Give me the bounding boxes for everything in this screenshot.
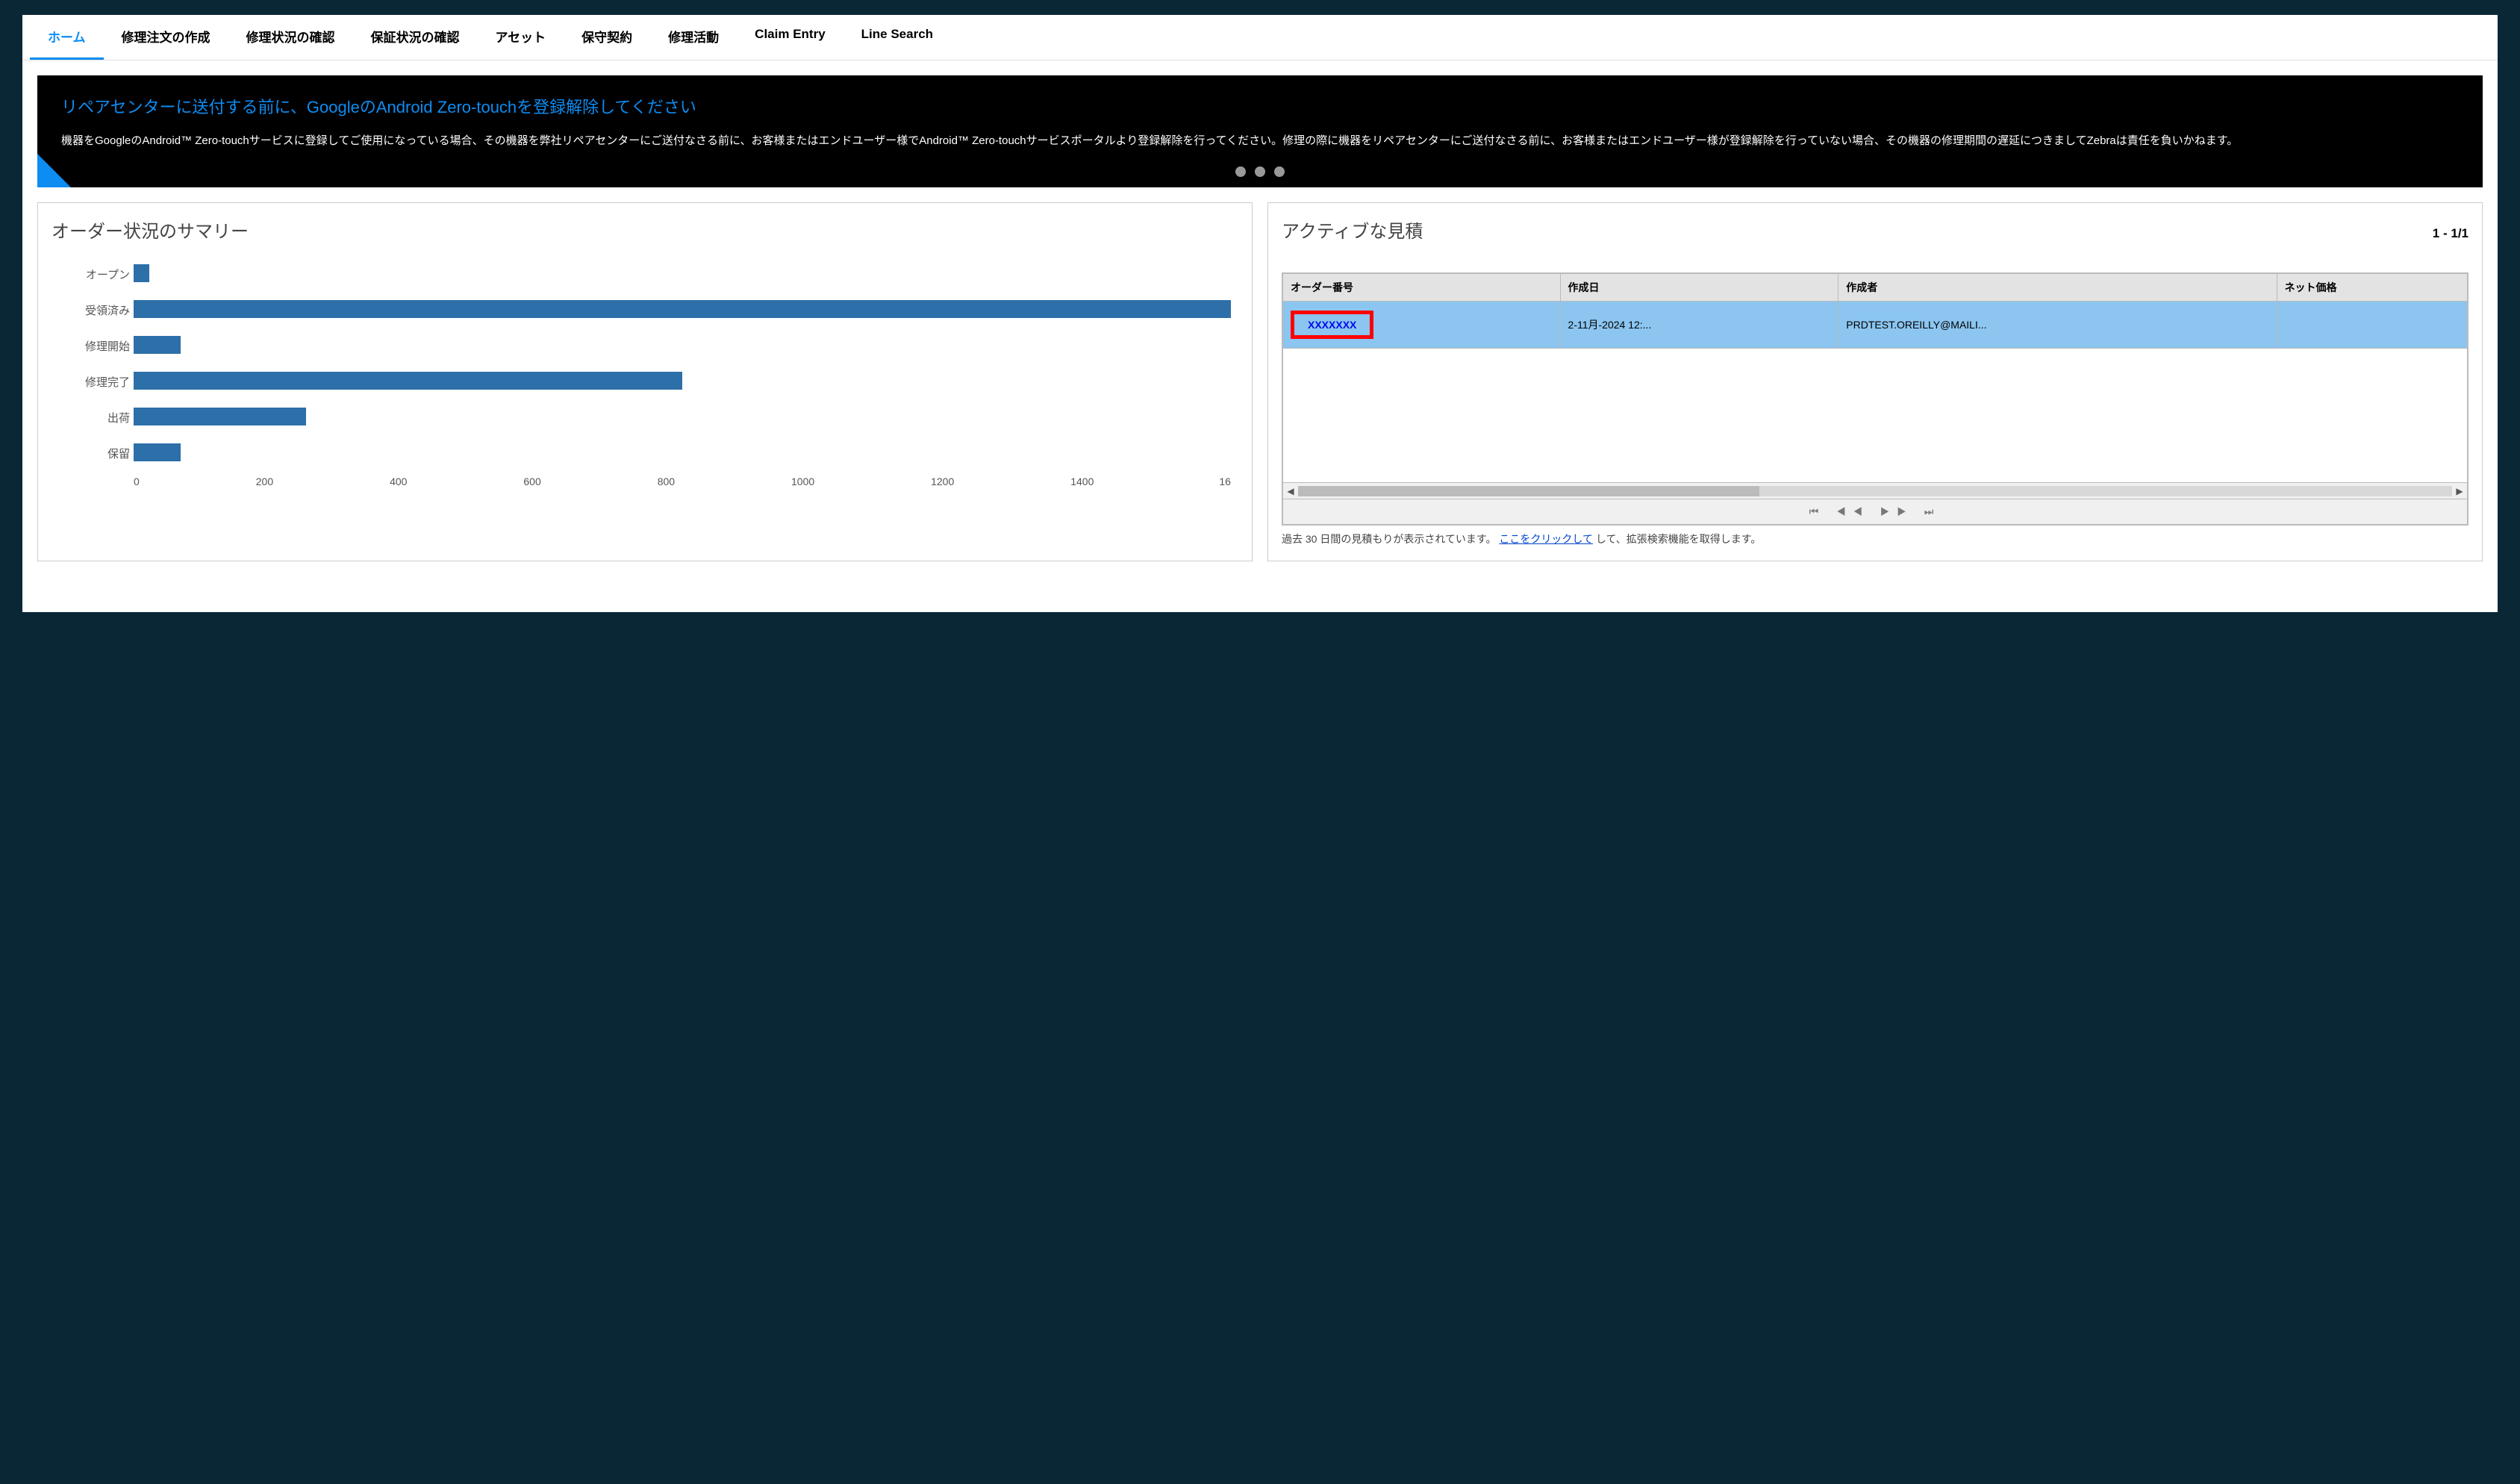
footer-text: 過去 30 日間の見積もりが表示されています。 xyxy=(1282,533,1499,545)
chart-category-label: 修理完了 xyxy=(52,374,130,390)
order-number-highlight: XXXXXXX xyxy=(1291,311,1373,339)
carousel-dot-2[interactable] xyxy=(1255,166,1265,177)
tab-assets[interactable]: アセット xyxy=(478,15,564,60)
footer-link[interactable]: ここをクリックして xyxy=(1499,533,1593,545)
chart-x-axis: 0 200 400 600 800 1000 1200 1400 16 xyxy=(134,476,1231,487)
chart-row: 修理開始 xyxy=(134,329,1231,361)
chart-row: 保留 xyxy=(134,437,1231,468)
horizontal-scrollbar[interactable]: ◀ ▶ xyxy=(1282,483,2468,499)
chart-category-label: 修理開始 xyxy=(52,338,130,354)
chart-x-tick: 0 xyxy=(134,476,140,487)
cell-order-number[interactable]: XXXXXXX xyxy=(1283,302,1561,349)
order-status-chart: オープン受領済み修理開始修理完了出荷保留02004006008001000120… xyxy=(52,258,1238,511)
chart-x-tick: 1000 xyxy=(791,476,814,487)
scroll-left-icon[interactable]: ◀ xyxy=(1283,484,1298,499)
chart-x-tick: 800 xyxy=(658,476,675,487)
scroll-track[interactable] xyxy=(1298,486,2452,496)
chart-category-label: 受領済み xyxy=(52,302,130,318)
order-number-link[interactable]: XXXXXXX xyxy=(1308,319,1356,331)
chart-bar xyxy=(134,264,149,282)
notice-banner: リペアセンターに送付する前に、GoogleのAndroid Zero-touch… xyxy=(37,75,2483,187)
table-row[interactable]: XXXXXXX 2-11月-2024 12:... PRDTEST.OREILL… xyxy=(1283,302,2468,349)
cell-author: PRDTEST.OREILLY@MAILI... xyxy=(1838,302,2277,349)
chart-category-label: オープン xyxy=(52,266,130,282)
tab-claim-entry[interactable]: Claim Entry xyxy=(737,15,843,60)
chart-row: 出荷 xyxy=(134,401,1231,432)
chart-category-label: 保留 xyxy=(52,446,130,461)
pagination-controls[interactable]: ⏮ ◀◀ ▶▶ ⏭ xyxy=(1282,499,2468,525)
tab-home[interactable]: ホーム xyxy=(30,15,104,60)
footer-tail: して、拡張検索機能を取得します。 xyxy=(1596,533,1761,545)
order-status-summary-panel: オーダー状況のサマリー オープン受領済み修理開始修理完了出荷保留02004006… xyxy=(37,202,1253,561)
chart-x-tick: 200 xyxy=(256,476,273,487)
quotes-footer-note: 過去 30 日間の見積もりが表示されています。 ここをクリックして して、拡張検… xyxy=(1282,531,2468,547)
chart-bar xyxy=(134,372,682,390)
summary-title: オーダー状況のサマリー xyxy=(52,216,1238,243)
chart-row: オープン xyxy=(134,258,1231,289)
col-created-date[interactable]: 作成日 xyxy=(1560,274,1838,302)
chart-x-tick: 1200 xyxy=(931,476,954,487)
tab-warranty-status[interactable]: 保証状況の確認 xyxy=(353,15,478,60)
chart-category-label: 出荷 xyxy=(52,410,130,425)
banner-title: リペアセンターに送付する前に、GoogleのAndroid Zero-touch… xyxy=(61,96,2459,119)
tab-service-contracts[interactable]: 保守契約 xyxy=(564,15,650,60)
chart-x-tick: 400 xyxy=(390,476,407,487)
tab-line-search[interactable]: Line Search xyxy=(843,15,951,60)
chart-x-tick-extra: 16 xyxy=(1219,476,1231,487)
quotes-title: アクティブな見積 xyxy=(1282,216,1423,243)
banner-body: 機器をGoogleのAndroid™ Zero-touchサービスに登録してご使… xyxy=(61,131,2459,151)
scroll-thumb[interactable] xyxy=(1298,486,1759,496)
nav-tabs: ホーム 修理注文の作成 修理状況の確認 保証状況の確認 アセット 保守契約 修理… xyxy=(22,15,2498,60)
chart-x-tick: 600 xyxy=(523,476,540,487)
tab-create-repair-order[interactable]: 修理注文の作成 xyxy=(104,15,228,60)
cell-net-price xyxy=(2277,302,2467,349)
col-author[interactable]: 作成者 xyxy=(1838,274,2277,302)
quotes-table-wrap: オーダー番号 作成日 作成者 ネット価格 XXXXXXX xyxy=(1282,272,2468,526)
chart-x-tick: 1400 xyxy=(1070,476,1094,487)
chart-bar xyxy=(134,336,181,354)
chart-row: 修理完了 xyxy=(134,365,1231,396)
scroll-right-icon[interactable]: ▶ xyxy=(2452,484,2467,499)
carousel-dot-3[interactable] xyxy=(1274,166,1285,177)
col-net-price[interactable]: ネット価格 xyxy=(2277,274,2467,302)
cell-created-date: 2-11月-2024 12:... xyxy=(1560,302,1838,349)
col-order-number[interactable]: オーダー番号 xyxy=(1283,274,1561,302)
banner-accent-corner xyxy=(37,154,71,187)
tab-repair-status[interactable]: 修理状況の確認 xyxy=(228,15,353,60)
active-quotes-panel: アクティブな見積 1 - 1/1 オーダー番号 作成日 作成者 ネット価格 xyxy=(1267,202,2483,561)
chart-bar xyxy=(134,408,306,425)
carousel-dots xyxy=(1235,166,1285,177)
table-empty-area xyxy=(1283,349,2468,483)
table-header-row: オーダー番号 作成日 作成者 ネット価格 xyxy=(1283,274,2468,302)
carousel-dot-1[interactable] xyxy=(1235,166,1246,177)
quotes-pager: 1 - 1/1 xyxy=(2433,226,2468,241)
tab-repair-activity[interactable]: 修理活動 xyxy=(650,15,737,60)
chart-bar xyxy=(134,300,1231,318)
chart-row: 受領済み xyxy=(134,293,1231,325)
quotes-table: オーダー番号 作成日 作成者 ネット価格 XXXXXXX xyxy=(1282,273,2468,483)
chart-bar xyxy=(134,443,181,461)
